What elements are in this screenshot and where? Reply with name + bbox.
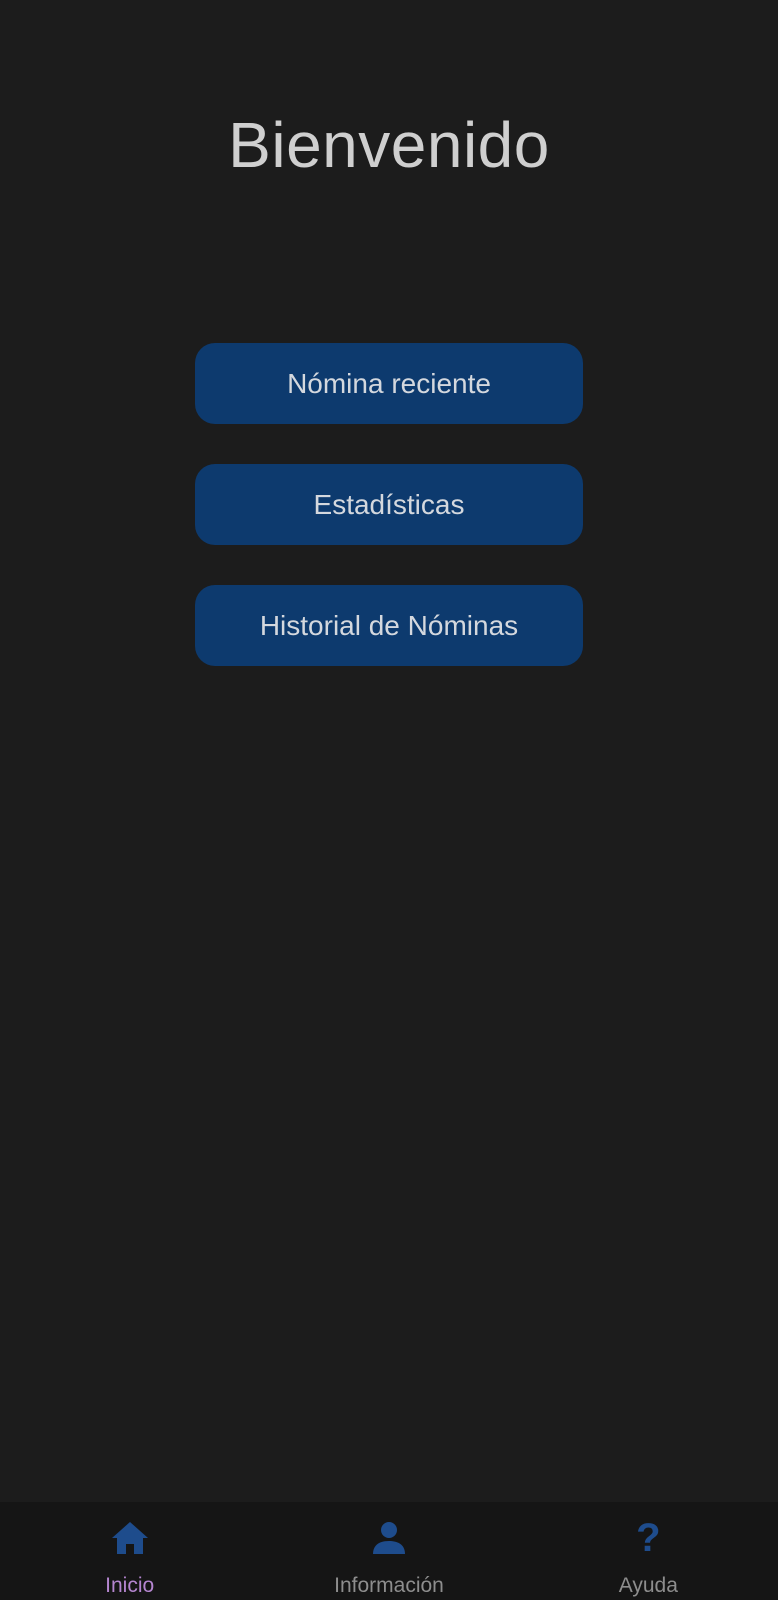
nav-label-informacion: Información — [334, 1574, 444, 1597]
person-icon — [367, 1516, 411, 1560]
nav-item-inicio[interactable]: Inicio — [0, 1502, 259, 1600]
main-menu: Nómina reciente Estadísticas Historial d… — [195, 343, 583, 666]
payroll-history-button[interactable]: Historial de Nóminas — [195, 585, 583, 666]
home-icon — [108, 1516, 152, 1560]
nav-item-informacion[interactable]: Información — [259, 1502, 518, 1600]
nav-label-ayuda: Ayuda — [618, 1574, 678, 1597]
nav-item-ayuda[interactable]: ? Ayuda — [519, 1502, 778, 1600]
home-screen: Bienvenido Nómina reciente Estadísticas … — [0, 0, 778, 1600]
nav-label-inicio: Inicio — [105, 1574, 155, 1597]
page-title: Bienvenido — [228, 109, 550, 181]
bottom-navigation-bar: Inicio Información ? Ayuda — [0, 1502, 778, 1600]
help-icon: ? — [636, 1516, 661, 1560]
statistics-button[interactable]: Estadísticas — [195, 464, 583, 545]
recent-payroll-button[interactable]: Nómina reciente — [195, 343, 583, 424]
